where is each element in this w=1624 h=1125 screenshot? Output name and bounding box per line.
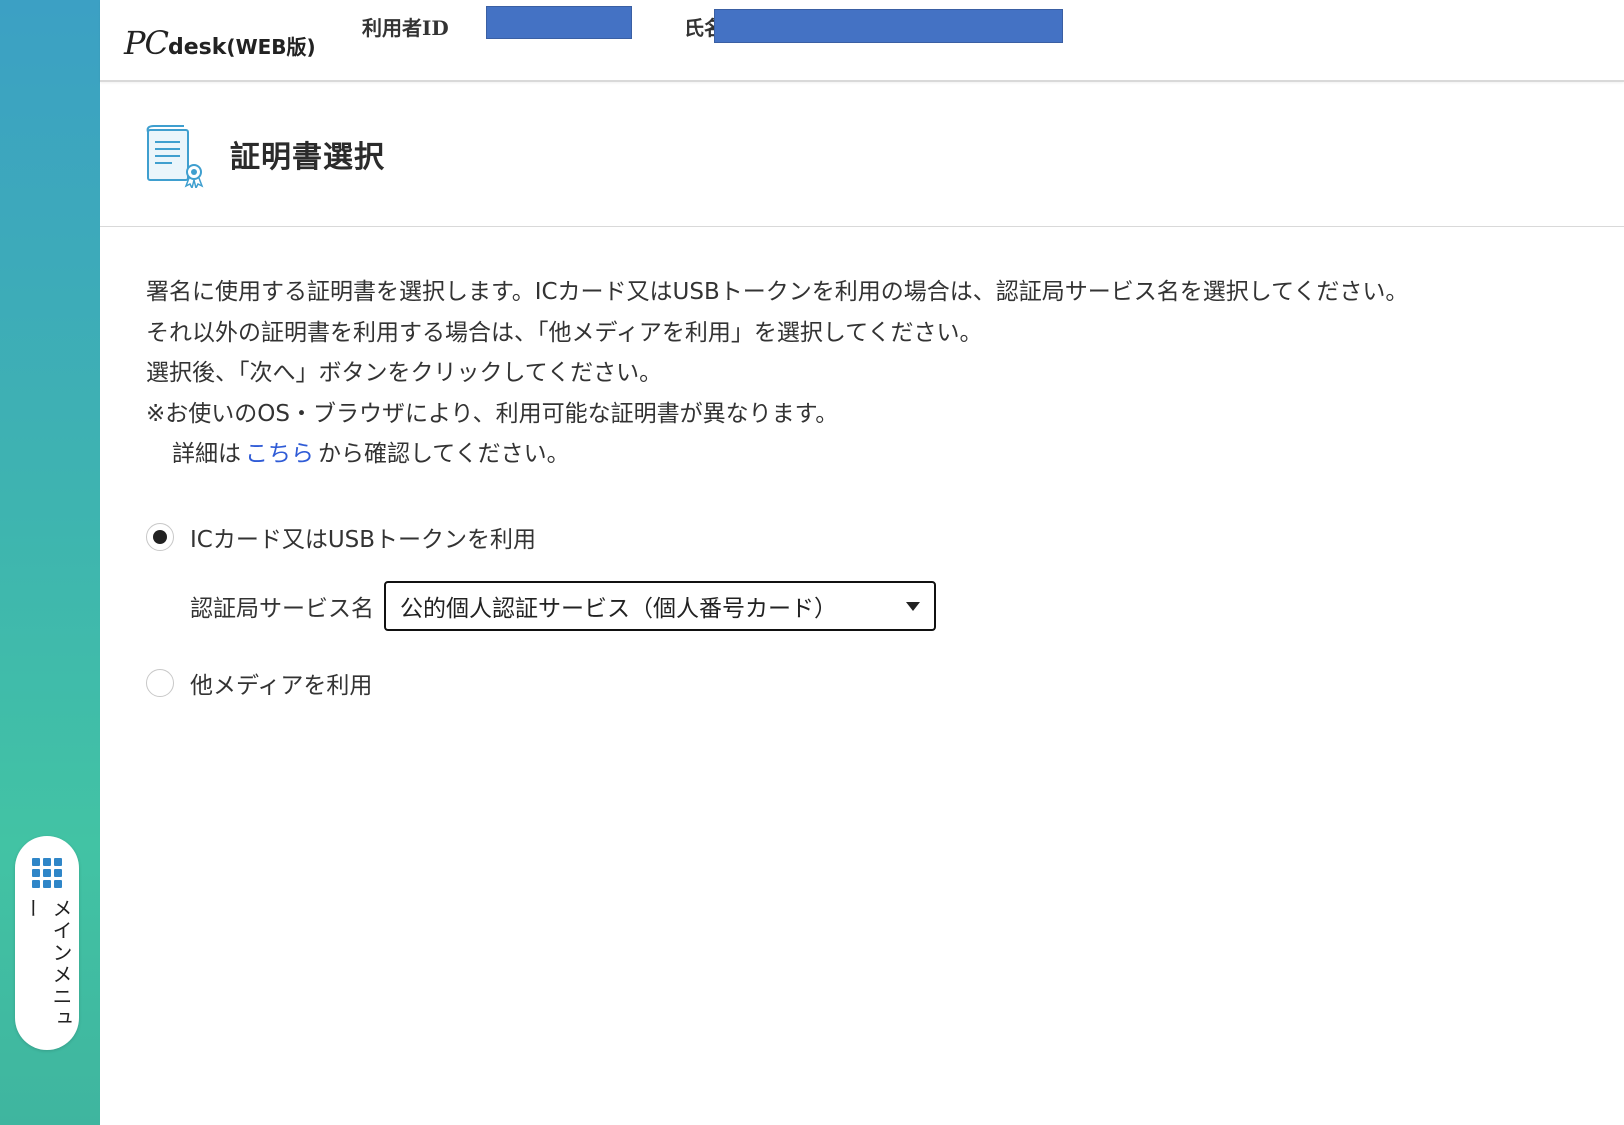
certificate-icon	[146, 125, 204, 188]
service-label: 認証局サービス名	[190, 596, 374, 622]
app-logo: PCdesk(WEB版)	[124, 24, 316, 62]
other-media-label: 他メディアを利用	[190, 673, 373, 699]
user-id-redaction	[486, 6, 632, 39]
user-id-label: 利用者ID	[362, 16, 449, 40]
details-prefix: 詳細は	[172, 441, 241, 467]
service-row: 認証局サービス名 公的個人認証サービス（個人番号カード）	[190, 581, 936, 631]
service-select[interactable]: 公的個人認証サービス（個人番号カード）	[384, 581, 936, 631]
chevron-down-icon	[906, 602, 920, 611]
name-redaction	[714, 9, 1063, 43]
radio-selected-dot	[153, 530, 167, 544]
description-line-5: 詳細は こちら から確認してください。	[146, 434, 1586, 475]
grid-icon	[32, 858, 62, 888]
logo-pc: PC	[124, 24, 169, 62]
ic-card-label: ICカード又はUSBトークンを利用	[190, 527, 537, 553]
page-title: 証明書選択	[230, 140, 385, 175]
logo-desk: desk	[168, 35, 227, 60]
other-media-radio[interactable]	[146, 669, 174, 697]
description: 署名に使用する証明書を選択します。ICカード又はUSBトークンを利用の場合は、認…	[146, 272, 1586, 475]
service-select-value: 公的個人認証サービス（個人番号カード）	[400, 596, 837, 622]
ic-card-option[interactable]: ICカード又はUSBトークンを利用	[146, 520, 536, 554]
title-section: 証明書選択	[100, 82, 1624, 227]
details-suffix: から確認してください。	[318, 441, 570, 467]
header: PCdesk(WEB版) 利用者ID 氏名	[100, 0, 1624, 82]
description-line-2: それ以外の証明書を利用する場合は、「他メディアを利用」を選択してください。	[146, 319, 983, 346]
description-line-3: 選択後、「次へ」ボタンをクリックしてください。	[146, 360, 663, 386]
description-line-1: 署名に使用する証明書を選択します。ICカード又はUSBトークンを利用の場合は、認…	[146, 279, 1409, 305]
details-link[interactable]: こちら	[241, 441, 318, 467]
main-menu-button[interactable]: メインメニュー	[15, 836, 79, 1050]
other-media-option[interactable]: 他メディアを利用	[146, 666, 372, 700]
ic-card-radio[interactable]	[146, 523, 174, 551]
main-menu-label: メインメニュー	[20, 898, 73, 1030]
sidebar: メインメニュー	[0, 0, 100, 1125]
page: メインメニュー PCdesk(WEB版) 利用者ID 氏名 証明書選択 署名に使…	[0, 0, 1624, 1125]
logo-web: (WEB版)	[226, 35, 316, 59]
description-line-4: ※お使いのOS・ブラウザにより、利用可能な証明書が異なります。	[146, 400, 839, 427]
